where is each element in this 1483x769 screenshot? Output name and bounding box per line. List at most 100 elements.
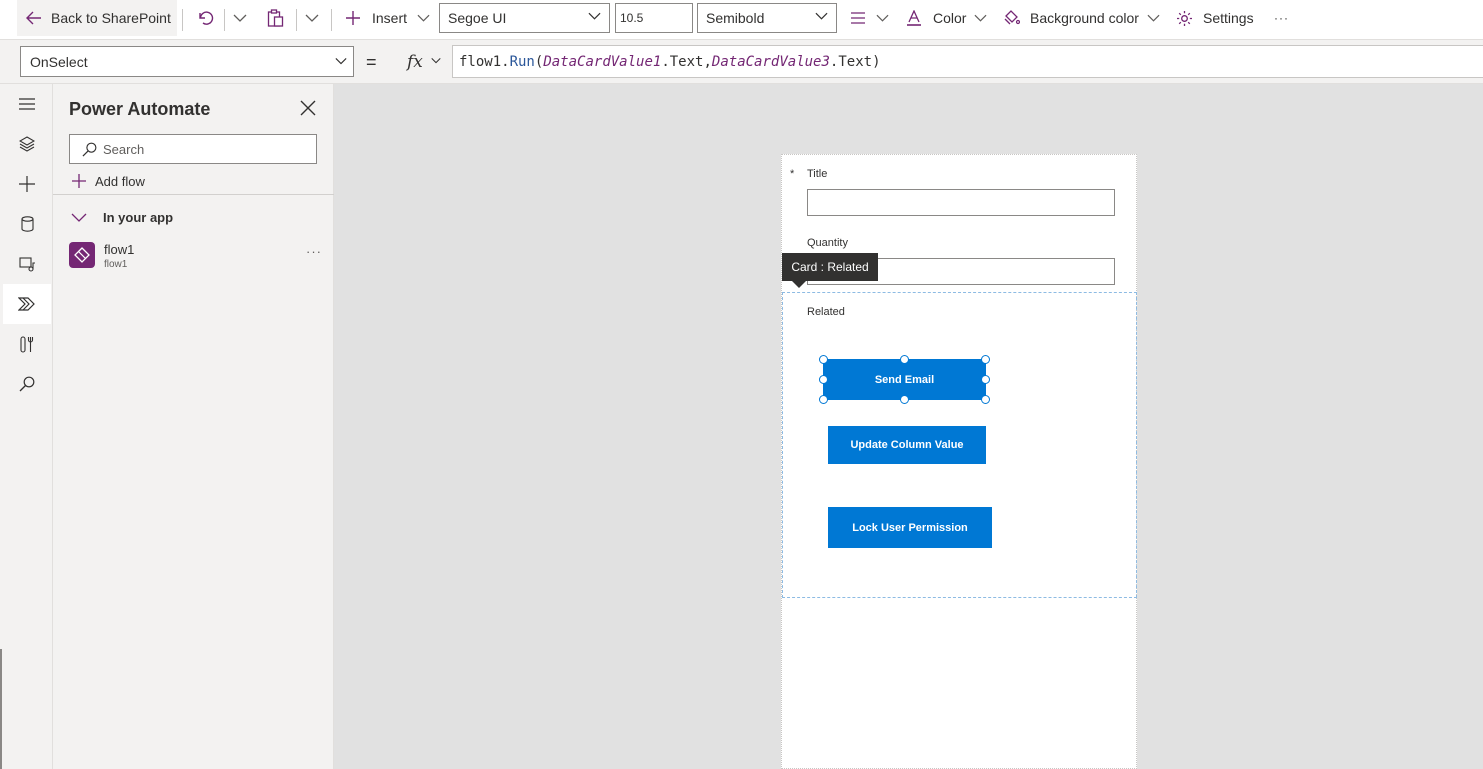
clipboard-icon <box>267 9 284 27</box>
data-button[interactable] <box>3 204 51 244</box>
chevron-down-icon <box>588 12 601 20</box>
media-button[interactable] <box>3 244 51 284</box>
color-label: Color <box>933 10 967 26</box>
chevron-down-icon <box>815 12 828 20</box>
formula-argument: DataCardValue1 <box>543 53 662 70</box>
chevron-down-icon <box>335 58 347 65</box>
gear-icon <box>1177 10 1192 26</box>
resize-handle[interactable] <box>900 355 909 364</box>
update-column-value-button[interactable]: Update Column Value <box>828 426 986 464</box>
close-icon[interactable] <box>299 99 317 117</box>
flow-list-item[interactable]: flow1 flow1 ··· <box>69 242 322 272</box>
rail-edge-line <box>0 649 2 769</box>
resize-handle[interactable] <box>981 355 990 364</box>
power-automate-logo-icon <box>74 247 90 263</box>
more-commands-button[interactable]: ··· <box>1274 0 1289 36</box>
paste-menu-chevron[interactable] <box>305 0 319 36</box>
layers-icon <box>19 136 35 152</box>
formula-input[interactable]: flow1. Run(DataCardValue1 .Text, DataCardVa… <box>452 45 1483 78</box>
chevron-down-icon <box>974 14 987 22</box>
chevron-down-icon <box>71 213 87 222</box>
lock-user-permission-button[interactable]: Lock User Permission <box>828 507 992 548</box>
flow-search-field[interactable] <box>69 134 317 164</box>
property-dropdown[interactable]: OnSelect <box>20 46 354 77</box>
text-color-icon <box>907 10 921 26</box>
pane-divider <box>53 194 334 195</box>
section-label: In your app <box>103 209 174 225</box>
database-icon <box>20 216 34 232</box>
insert-rail-button[interactable] <box>3 164 51 204</box>
font-size-input[interactable]: 10.5 <box>615 3 693 33</box>
insert-button[interactable]: Insert <box>345 0 430 36</box>
undo-icon <box>199 11 214 25</box>
text-align-button[interactable] <box>850 0 889 36</box>
formula-token: flow1. <box>459 53 510 70</box>
resize-handle[interactable] <box>819 395 828 404</box>
back-to-sharepoint-button[interactable]: Back to SharePoint <box>17 0 177 36</box>
formula-function: Run <box>509 53 535 70</box>
resize-handle[interactable] <box>819 355 828 364</box>
selection-outline <box>823 359 986 400</box>
title-text-input[interactable] <box>807 189 1115 216</box>
chevron-down-icon <box>233 14 247 22</box>
hamburger-icon <box>19 98 35 110</box>
chevron-down-icon <box>876 14 889 22</box>
fx-label: fx <box>407 51 423 72</box>
toolbar-divider <box>296 9 297 31</box>
plus-icon <box>346 11 360 25</box>
arrow-left-icon <box>26 11 41 25</box>
power-automate-icon <box>18 297 35 311</box>
font-family-dropdown[interactable]: Segoe UI <box>439 3 610 33</box>
search-input[interactable] <box>103 141 303 157</box>
formula-argument: DataCardValue3 <box>711 53 830 70</box>
power-automate-rail-button[interactable] <box>3 284 51 324</box>
design-canvas: * Title Quantity Card : Related Related … <box>334 84 1483 769</box>
in-your-app-section-toggle[interactable]: In your app <box>71 208 173 226</box>
flow-icon <box>69 242 95 268</box>
resize-handle[interactable] <box>981 395 990 404</box>
flow-subtitle: flow1 <box>104 259 128 270</box>
undo-menu-chevron[interactable] <box>233 0 247 36</box>
font-size-value: 10.5 <box>620 11 644 25</box>
background-color-button[interactable]: Background color <box>1003 0 1160 36</box>
tree-view-button[interactable] <box>3 124 51 164</box>
more-label: ··· <box>1274 11 1289 25</box>
resize-handle[interactable] <box>900 395 909 404</box>
flow-more-options-button[interactable]: ··· <box>306 244 322 259</box>
resize-handle[interactable] <box>981 375 990 384</box>
undo-button[interactable] <box>196 0 214 36</box>
related-label: Related <box>807 306 845 318</box>
pane-title: Power Automate <box>69 99 211 119</box>
chevron-down-icon <box>305 14 319 22</box>
paint-bucket-icon <box>1004 10 1020 25</box>
font-weight-dropdown[interactable]: Semibold <box>697 3 837 33</box>
color-button[interactable]: Color <box>906 0 987 36</box>
quantity-label: Quantity <box>807 237 848 249</box>
settings-label: Settings <box>1203 10 1254 26</box>
function-button[interactable]: fx <box>391 45 451 78</box>
formula-token: .Text) <box>829 53 881 70</box>
media-icon <box>18 256 35 272</box>
search-rail-button[interactable] <box>3 364 51 404</box>
add-flow-button[interactable]: Add flow <box>71 171 145 191</box>
background-color-label: Background color <box>1030 10 1139 26</box>
hamburger-menu-button[interactable] <box>3 84 51 124</box>
search-icon <box>82 142 97 156</box>
paste-button[interactable] <box>267 0 284 36</box>
app-screen: * Title Quantity Card : Related Related … <box>781 154 1137 769</box>
insert-label: Insert <box>372 10 408 26</box>
settings-button[interactable]: Settings <box>1176 0 1254 36</box>
required-marker: * <box>790 168 795 180</box>
command-bar: Back to SharePoint Insert Segoe UI 10.5 … <box>0 0 1483 40</box>
card-tooltip: Card : Related <box>782 253 878 281</box>
formula-token: .Text, <box>661 53 712 70</box>
chevron-down-icon <box>1147 14 1160 22</box>
search-icon <box>19 376 35 392</box>
align-lines-icon <box>851 12 865 24</box>
resize-handle[interactable] <box>819 375 828 384</box>
tools-icon <box>20 335 34 353</box>
advanced-tools-button[interactable] <box>3 324 51 364</box>
add-flow-label: Add flow <box>95 173 145 189</box>
title-label: Title <box>807 168 828 180</box>
chevron-down-icon <box>431 58 441 64</box>
